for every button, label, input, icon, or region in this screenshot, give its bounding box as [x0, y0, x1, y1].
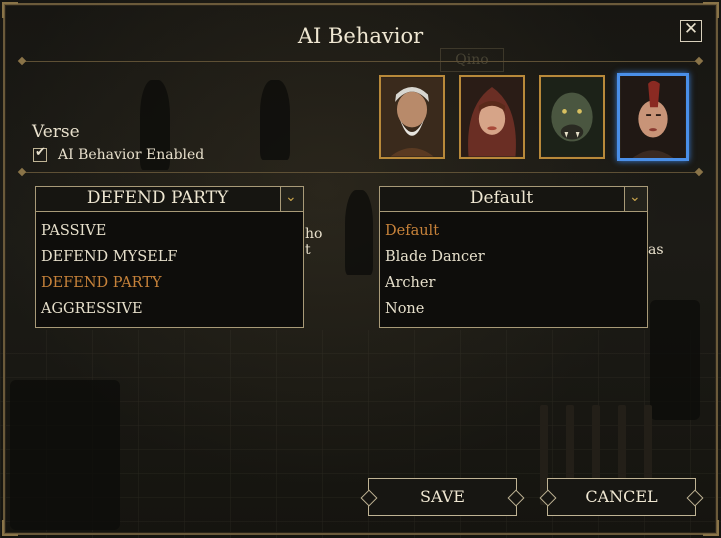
- title-divider: [22, 61, 699, 62]
- role-selected-value: Default: [469, 188, 534, 208]
- background-text-fragment: as: [648, 242, 664, 258]
- behavior-dropdown-header[interactable]: DEFEND PARTY ⌄: [36, 187, 303, 212]
- portrait-elder[interactable]: [379, 75, 445, 159]
- behavior-option-defend-party[interactable]: DEFEND PARTY: [41, 275, 162, 291]
- save-button-label: SAVE: [420, 487, 465, 506]
- frame-corner: [703, 520, 719, 536]
- chevron-down-icon: ⌄: [285, 189, 297, 205]
- frame-corner: [2, 2, 18, 18]
- role-dropdown[interactable]: Default ⌄ Default Blade Dancer Archer No…: [379, 186, 648, 328]
- behavior-option-passive[interactable]: PASSIVE: [41, 223, 106, 239]
- behavior-selected-value: DEFEND PARTY: [86, 188, 229, 208]
- frame-corner: [703, 2, 719, 18]
- cancel-button-label: CANCEL: [585, 487, 658, 506]
- behavior-dropdown-toggle[interactable]: ⌄: [280, 187, 303, 211]
- header-divider: [22, 172, 699, 173]
- chevron-down-icon: ⌄: [629, 189, 641, 205]
- ai-enabled-label: AI Behavior Enabled: [58, 147, 205, 163]
- mohawk-portrait-icon: [620, 76, 686, 158]
- hooded-portrait-icon: [461, 77, 523, 157]
- bg-figure: [650, 300, 700, 420]
- portrait-beast[interactable]: [539, 75, 605, 159]
- role-option-none[interactable]: None: [385, 301, 424, 317]
- role-option-default[interactable]: Default: [385, 223, 439, 239]
- behavior-option-aggressive[interactable]: AGGRESSIVE: [41, 301, 143, 317]
- bg-figure: [260, 80, 290, 160]
- behavior-dropdown[interactable]: DEFEND PARTY ⌄ PASSIVE DEFEND MYSELF DEF…: [35, 186, 304, 328]
- ai-enabled-checkbox[interactable]: ✔: [33, 145, 47, 162]
- frame-corner: [2, 520, 18, 536]
- background-sign: Qino: [440, 48, 504, 72]
- portrait-mohawk[interactable]: [617, 73, 689, 161]
- role-dropdown-toggle[interactable]: ⌄: [624, 187, 647, 211]
- cancel-button[interactable]: CANCEL: [539, 478, 704, 516]
- dialog-title: AI Behavior: [297, 24, 424, 48]
- close-button[interactable]: ✕: [680, 19, 702, 42]
- elder-portrait-icon: [381, 77, 443, 157]
- save-button[interactable]: SAVE: [360, 478, 525, 516]
- background-text-fragment: ho t: [305, 226, 323, 258]
- role-dropdown-header[interactable]: Default ⌄: [380, 187, 647, 212]
- character-name: Verse: [32, 122, 80, 142]
- checkmark-icon: ✔: [35, 145, 46, 160]
- close-icon: ✕: [683, 19, 699, 39]
- beast-portrait-icon: [541, 77, 603, 157]
- role-option-blade-dancer[interactable]: Blade Dancer: [385, 249, 485, 265]
- portrait-hooded[interactable]: [459, 75, 525, 159]
- behavior-option-defend-myself[interactable]: DEFEND MYSELF: [41, 249, 177, 265]
- bg-figure: [345, 190, 373, 275]
- bg-figure: [10, 380, 120, 530]
- role-option-archer[interactable]: Archer: [385, 275, 435, 291]
